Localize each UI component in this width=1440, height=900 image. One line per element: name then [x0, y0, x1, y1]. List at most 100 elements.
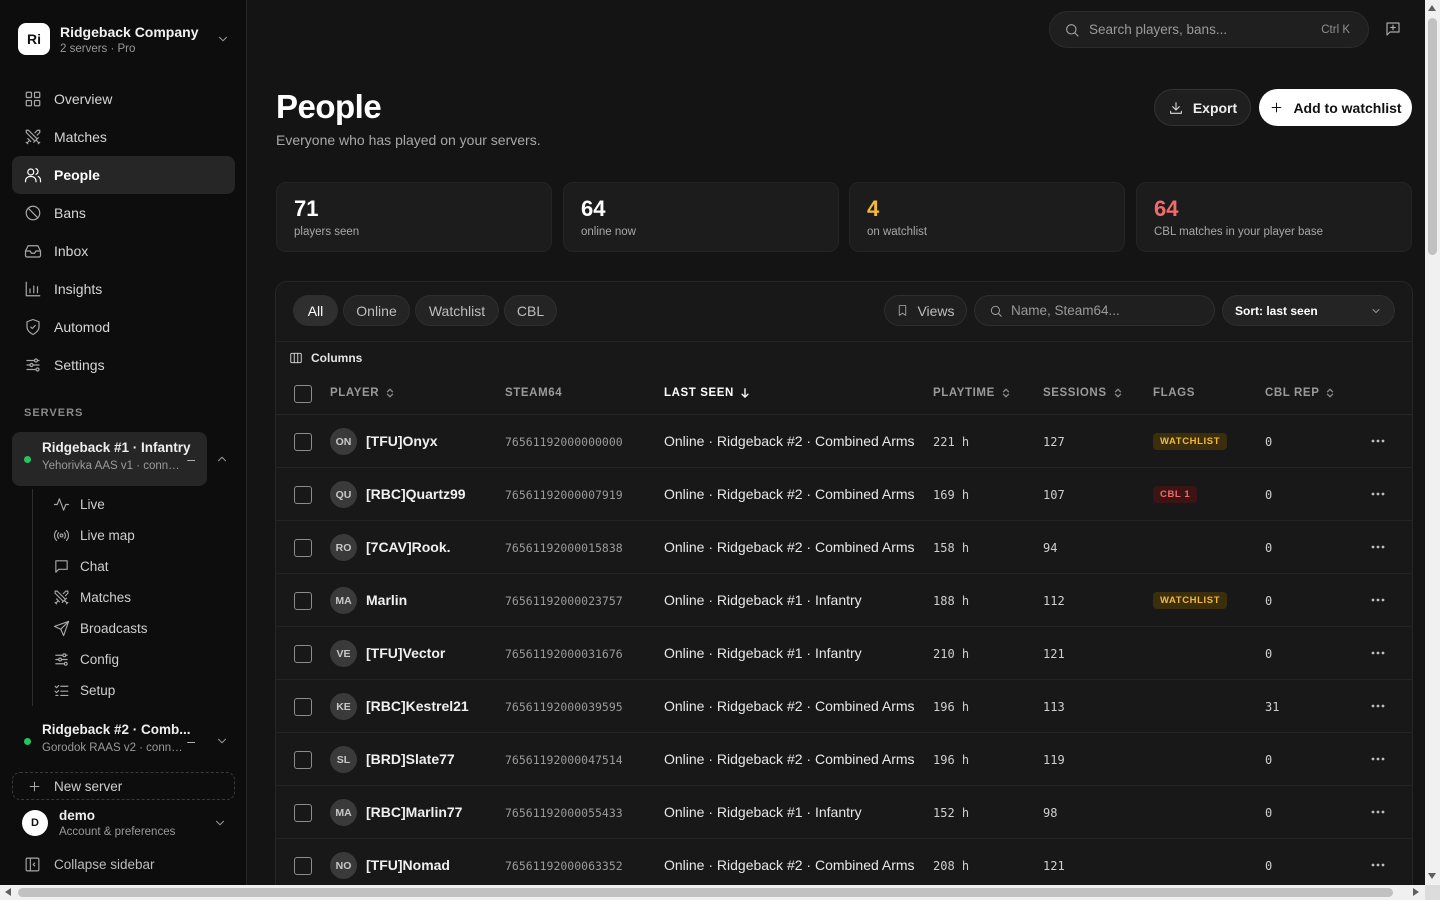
export-button[interactable]: Export — [1154, 89, 1251, 126]
player-avatar: RO — [330, 534, 357, 561]
org-switcher[interactable]: Ri Ridgeback Company 2 servers · Pro — [18, 22, 230, 56]
vertical-scroll-thumb[interactable] — [1428, 18, 1437, 255]
row-checkbox[interactable] — [294, 698, 312, 716]
columns-button[interactable]: Columns — [289, 351, 362, 365]
col-last-seen[interactable]: LAST SEEN — [664, 387, 750, 399]
subnav-live-map[interactable]: Live map — [33, 520, 232, 551]
select-all-checkbox[interactable] — [294, 385, 312, 403]
row-checkbox[interactable] — [294, 751, 312, 769]
table-row[interactable]: MA Marlin 76561192000023757 Online · Ridgeb… — [276, 574, 1412, 627]
server-item-1[interactable]: Ridgeback #1 · Infantry Yehorivka AAS v1… — [12, 432, 207, 486]
subnav-broadcasts[interactable]: Broadcasts — [33, 613, 232, 644]
views-button[interactable]: Views — [884, 295, 967, 326]
scroll-right-icon[interactable] — [1413, 888, 1419, 896]
table-row[interactable]: SL [BRD]Slate77 76561192000047514 Online · … — [276, 733, 1412, 786]
subnav-live[interactable]: Live — [33, 489, 232, 520]
page-subtitle: Everyone who has played on your servers. — [276, 132, 541, 148]
playtime: 208 h — [933, 859, 970, 873]
player-name[interactable]: [RBC]Quartz99 — [366, 486, 466, 502]
sort-select[interactable]: Sort: last seen — [1222, 295, 1395, 326]
table-row[interactable]: ON [TFU]Onyx 76561192000000000 Online · Rid… — [276, 415, 1412, 468]
row-actions-button[interactable] — [1370, 805, 1386, 819]
col-label: STEAM64 — [505, 387, 563, 399]
row-checkbox[interactable] — [294, 592, 312, 610]
row-checkbox[interactable] — [294, 539, 312, 557]
player-search-input[interactable] — [1011, 303, 1201, 318]
row-actions-button[interactable] — [1370, 858, 1386, 872]
row-checkbox[interactable] — [294, 857, 312, 875]
col-cbl-rep[interactable]: CBL REP — [1265, 387, 1335, 399]
player-name[interactable]: [RBC]Kestrel21 — [366, 698, 469, 714]
subnav-setup[interactable]: Setup — [33, 675, 232, 706]
horizontal-scroll-thumb[interactable] — [18, 888, 1393, 897]
table-row[interactable]: VE [TFU]Vector 76561192000031676 Online · R… — [276, 627, 1412, 680]
player-name[interactable]: Marlin — [366, 592, 407, 608]
row-checkbox[interactable] — [294, 645, 312, 663]
row-actions-button[interactable] — [1370, 434, 1386, 448]
filter-online[interactable]: Online — [343, 295, 410, 326]
stat-card-players-seen: 71 players seen — [276, 182, 552, 252]
new-server-button[interactable]: New server — [12, 772, 235, 800]
col-label: FLAGS — [1153, 387, 1195, 399]
player-name[interactable]: [TFU]Onyx — [366, 433, 438, 449]
row-checkbox[interactable] — [294, 433, 312, 451]
server-item-2[interactable]: Ridgeback #2 · Comb... Gorodok RAAS v2 ·… — [12, 714, 207, 764]
account-menu[interactable]: D demo Account & preferences — [22, 808, 227, 838]
filter-watchlist[interactable]: Watchlist — [415, 295, 499, 326]
table-row[interactable]: RO [7CAV]Rook. 76561192000015838 Online · R… — [276, 521, 1412, 574]
row-actions-button[interactable] — [1370, 487, 1386, 501]
global-search[interactable]: Ctrl K — [1049, 11, 1369, 48]
subnav-config[interactable]: Config — [33, 644, 232, 675]
table-row[interactable]: MA [RBC]Marlin77 76561192000055433 Online ·… — [276, 786, 1412, 839]
nav-item-settings[interactable]: Settings — [12, 346, 235, 384]
subnav-chat[interactable]: Chat — [33, 551, 232, 582]
player-name[interactable]: [TFU]Vector — [366, 645, 445, 661]
server-name: Ridgeback #1 · Infantry — [42, 440, 191, 455]
col-playtime[interactable]: PLAYTIME — [933, 387, 1011, 399]
filter-all[interactable]: All — [293, 295, 338, 326]
row-actions-button[interactable] — [1370, 752, 1386, 766]
player-name[interactable]: [TFU]Nomad — [366, 857, 450, 873]
scroll-up-icon[interactable] — [1428, 5, 1436, 11]
steam64-id: 76561192000039595 — [505, 700, 623, 714]
col-label: PLAYER — [330, 387, 380, 399]
vertical-scrollbar[interactable] — [1425, 0, 1440, 885]
row-actions-button[interactable] — [1370, 593, 1386, 607]
row-actions-button[interactable] — [1370, 540, 1386, 554]
row-actions-button[interactable] — [1370, 646, 1386, 660]
nav-item-inbox[interactable]: Inbox — [12, 232, 235, 270]
nav-item-insights[interactable]: Insights — [12, 270, 235, 308]
chevron-up-icon[interactable] — [215, 452, 229, 466]
stat-value: 4 — [867, 196, 880, 221]
nav-item-people[interactable]: People — [12, 156, 235, 194]
scroll-left-icon[interactable] — [5, 888, 11, 896]
scroll-down-icon[interactable] — [1428, 873, 1436, 879]
filter-cbl[interactable]: CBL — [504, 295, 557, 326]
player-name[interactable]: [BRD]Slate77 — [366, 751, 455, 767]
nav-item-overview[interactable]: Overview — [12, 80, 235, 118]
nav-item-automod[interactable]: Automod — [12, 308, 235, 346]
cbl-rep: 0 — [1265, 806, 1273, 820]
global-search-input[interactable] — [1089, 22, 1309, 37]
add-to-watchlist-button[interactable]: Add to watchlist — [1259, 89, 1412, 126]
plus-icon — [1272, 102, 1282, 113]
player-name[interactable]: [7CAV]Rook. — [366, 539, 451, 555]
nav-item-bans[interactable]: Bans — [12, 194, 235, 232]
collapse-sidebar-button[interactable]: Collapse sidebar — [24, 856, 155, 873]
col-sessions[interactable]: SESSIONS — [1043, 387, 1123, 399]
row-checkbox[interactable] — [294, 804, 312, 822]
chevron-down-icon[interactable] — [215, 734, 229, 748]
table-row[interactable]: KE [RBC]Kestrel21 76561192000039595 Online … — [276, 680, 1412, 733]
player-search[interactable] — [974, 295, 1215, 326]
nav-item-matches[interactable]: Matches — [12, 118, 235, 156]
message-plus-icon[interactable] — [1384, 20, 1402, 38]
servers-section-label: SERVERS — [24, 407, 84, 419]
table-row[interactable]: QU [RBC]Quartz99 76561192000007919 Online ·… — [276, 468, 1412, 521]
player-name[interactable]: [RBC]Marlin77 — [366, 804, 462, 820]
subnav-matches[interactable]: Matches — [33, 582, 232, 613]
horizontal-scrollbar[interactable] — [0, 885, 1425, 900]
col-player[interactable]: PLAYER — [330, 387, 395, 399]
chat-icon — [55, 560, 68, 573]
row-checkbox[interactable] — [294, 486, 312, 504]
row-actions-button[interactable] — [1370, 699, 1386, 713]
